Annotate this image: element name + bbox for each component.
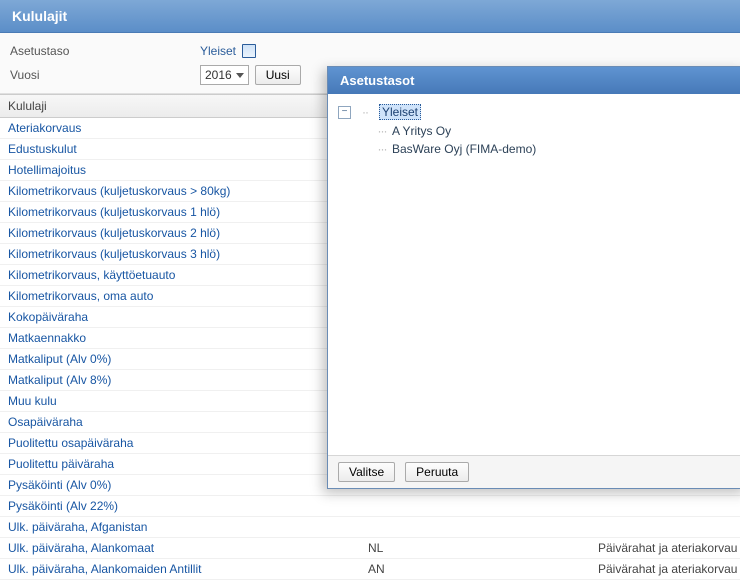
year-value: 2016 bbox=[205, 68, 232, 82]
dialog-footer: Valitse Peruuta bbox=[328, 455, 740, 488]
tree-root[interactable]: − ·· Yleiset bbox=[338, 102, 738, 122]
row-name: Matkaliput (Alv 0%) bbox=[8, 352, 368, 366]
level-label: Asetustaso bbox=[10, 44, 200, 58]
table-row[interactable]: Ulk. päiväraha, Alankomaiden AntillitANP… bbox=[0, 559, 740, 580]
row-name: Edustuskulut bbox=[8, 142, 368, 156]
row-name: Ateriakorvaus bbox=[8, 121, 368, 135]
dialog-title: Asetustasot bbox=[328, 67, 740, 94]
row-name: Matkaennakko bbox=[8, 331, 368, 345]
page-title: Kululajit bbox=[0, 0, 740, 33]
tree-child-label: A Yritys Oy bbox=[392, 124, 451, 138]
select-button[interactable]: Valitse bbox=[338, 462, 395, 482]
row-name: Puolitettu päiväraha bbox=[8, 457, 368, 471]
row-name: Kilometrikorvaus, oma auto bbox=[8, 289, 368, 303]
row-name: Kilometrikorvaus (kuljetuskorvaus > 80kg… bbox=[8, 184, 368, 198]
year-label: Vuosi bbox=[10, 68, 200, 82]
level-dialog: Asetustasot − ·· Yleiset ···A Yritys Oy·… bbox=[327, 66, 740, 489]
hierarchy-icon[interactable] bbox=[242, 44, 256, 58]
row-group: Päivärahat ja ateriakorvau bbox=[598, 562, 737, 576]
row-name: Hotellimajoitus bbox=[8, 163, 368, 177]
tree-root-label[interactable]: Yleiset bbox=[379, 104, 421, 120]
row-code: NL bbox=[368, 541, 598, 555]
row-name: Puolitettu osapäiväraha bbox=[8, 436, 368, 450]
row-name: Kokopäiväraha bbox=[8, 310, 368, 324]
table-row[interactable]: Ulk. päiväraha, Afganistan bbox=[0, 517, 740, 538]
row-name: Kilometrikorvaus, käyttöetuauto bbox=[8, 268, 368, 282]
tree-child-label: BasWare Oyj (FIMA-demo) bbox=[392, 142, 536, 156]
tree-connector-icon: ·· bbox=[355, 105, 375, 119]
table-row[interactable]: Pysäköinti (Alv 22%) bbox=[0, 496, 740, 517]
table-row[interactable]: Ulk. päiväraha, AlankomaatNLPäivärahat j… bbox=[0, 538, 740, 559]
row-name: Kilometrikorvaus (kuljetuskorvaus 2 hlö) bbox=[8, 226, 368, 240]
chevron-down-icon bbox=[236, 73, 244, 78]
row-group: Päivärahat ja ateriakorvau bbox=[598, 541, 737, 555]
row-code: AN bbox=[368, 562, 598, 576]
row-name: Ulk. päiväraha, Afganistan bbox=[8, 520, 368, 534]
row-name: Pysäköinti (Alv 0%) bbox=[8, 478, 368, 492]
row-name: Muu kulu bbox=[8, 394, 368, 408]
new-button[interactable]: Uusi bbox=[255, 65, 301, 85]
tree-connector-icon: ··· bbox=[372, 124, 392, 138]
cancel-button[interactable]: Peruuta bbox=[405, 462, 469, 482]
row-name: Osapäiväraha bbox=[8, 415, 368, 429]
row-name: Kilometrikorvaus (kuljetuskorvaus 1 hlö) bbox=[8, 205, 368, 219]
collapse-icon[interactable]: − bbox=[338, 106, 351, 119]
tree-connector-icon: ··· bbox=[372, 142, 392, 156]
tree-child[interactable]: ···BasWare Oyj (FIMA-demo) bbox=[372, 140, 738, 158]
row-name: Matkaliput (Alv 8%) bbox=[8, 373, 368, 387]
row-name: Kilometrikorvaus (kuljetuskorvaus 3 hlö) bbox=[8, 247, 368, 261]
row-name: Ulk. päiväraha, Alankomaiden Antillit bbox=[8, 562, 368, 576]
dialog-body: − ·· Yleiset ···A Yritys Oy···BasWare Oy… bbox=[328, 94, 740, 455]
year-select[interactable]: 2016 bbox=[200, 65, 249, 85]
row-name: Pysäköinti (Alv 22%) bbox=[8, 499, 368, 513]
tree-child[interactable]: ···A Yritys Oy bbox=[372, 122, 738, 140]
row-name: Ulk. päiväraha, Alankomaat bbox=[8, 541, 368, 555]
level-value[interactable]: Yleiset bbox=[200, 44, 236, 58]
